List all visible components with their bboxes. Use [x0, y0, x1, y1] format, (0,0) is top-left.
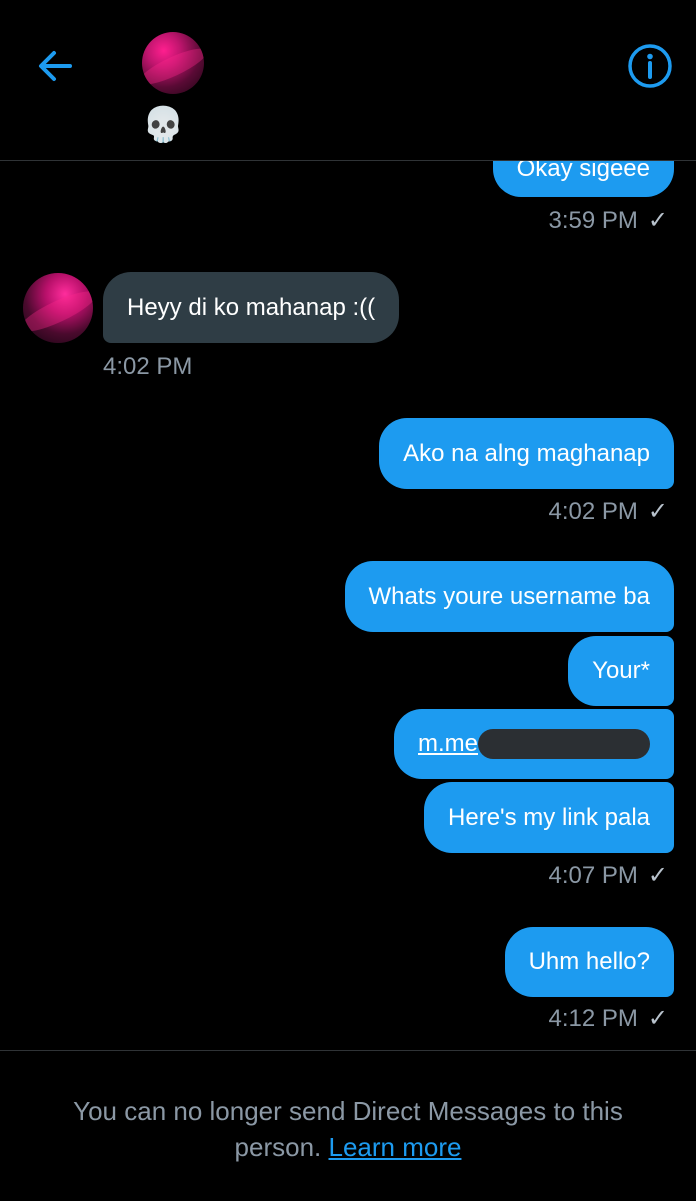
message-meta: 3:59 PM ✓: [549, 206, 669, 235]
avatar[interactable]: [23, 273, 93, 343]
message-time: 4:02 PM: [548, 497, 638, 525]
message-text: Here's my link pala: [448, 803, 650, 831]
message-text: Okay sigeee: [516, 161, 650, 182]
message-time: 4:12 PM: [548, 1004, 638, 1032]
message-bubble-incoming[interactable]: Heyy di ko mahanap :((: [103, 272, 400, 343]
message-bubble-outgoing[interactable]: Your*: [568, 636, 674, 706]
redacted-block: [478, 729, 650, 759]
checkmark-icon: ✓: [647, 1005, 668, 1032]
message-bubble-outgoing[interactable]: Whats youre username ba: [344, 561, 674, 632]
message-list[interactable]: Okay sigeee 3:59 PM ✓ Heyy di ko mahanap…: [0, 161, 696, 1049]
message-link[interactable]: m.me: [418, 729, 478, 759]
message-text: Whats youre username ba: [368, 582, 650, 610]
message-bubble-outgoing[interactable]: Ako na alng maghanap: [379, 418, 674, 489]
info-circle-icon: [628, 44, 672, 88]
checkmark-icon: ✓: [647, 498, 668, 525]
message-time: 4:02 PM: [103, 353, 193, 380]
learn-more-link[interactable]: Learn more: [329, 1132, 462, 1162]
message-text: Your*: [592, 657, 650, 684]
message-bubble-outgoing[interactable]: Uhm hello?: [504, 927, 674, 997]
message-meta: 4:12 PM ✓: [549, 1004, 669, 1033]
message-bubble-outgoing[interactable]: Here's my link pala: [424, 782, 674, 853]
message-text: Uhm hello?: [528, 948, 650, 975]
message-time: 4:07 PM: [548, 861, 638, 889]
checkmark-icon: ✓: [647, 862, 668, 889]
message-bubble-outgoing[interactable]: m.me: [394, 709, 674, 779]
checkmark-icon: ✓: [647, 207, 668, 234]
info-button[interactable]: [624, 40, 676, 92]
avatar[interactable]: [142, 32, 204, 94]
back-button[interactable]: [30, 42, 78, 90]
dm-disabled-notice: You can no longer send Direct Messages t…: [40, 1093, 656, 1165]
message-meta: 4:02 PM ✓: [549, 497, 669, 526]
message-time: 3:59 PM: [548, 206, 638, 234]
dm-disabled-footer: You can no longer send Direct Messages t…: [0, 1050, 696, 1201]
message-text: Heyy di ko mahanap :((: [127, 293, 376, 321]
arrow-left-icon: [39, 51, 72, 81]
conversation-name[interactable]: 💀: [142, 104, 184, 146]
conversation-header: 💀: [0, 0, 696, 161]
message-text: Ako na alng maghanap: [403, 439, 650, 467]
message-meta: 4:07 PM ✓: [549, 861, 669, 890]
message-bubble-outgoing[interactable]: Okay sigeee: [492, 161, 674, 197]
